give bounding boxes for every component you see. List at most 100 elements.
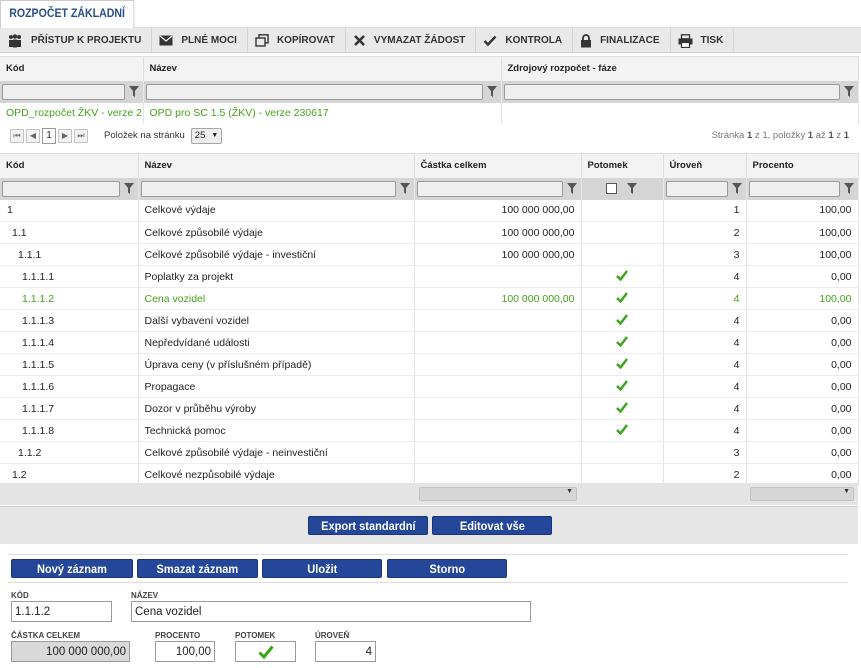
table-row[interactable]: 1.1.2 Celkové způsobilé výdaje - neinvest… (0, 441, 859, 464)
table-row[interactable]: 1 Celkové výdaje 100 000 000,00 1 100,00 (0, 199, 859, 222)
budget-col-nazev[interactable]: Název (143, 56, 502, 81)
procento-field[interactable]: 100,00 (155, 641, 215, 662)
cell-castka (414, 419, 582, 442)
table-row[interactable]: 1.1.1.2 Cena vozidel 100 000 000,00 4 100,00 (0, 287, 859, 310)
checkmark-icon (616, 335, 628, 347)
check-button[interactable]: KONTROLA (476, 28, 574, 53)
budget-col-zdroj[interactable]: Zdrojový rozpočet - fáze (501, 56, 859, 81)
budget-row[interactable]: OPD_rozpočet ŽKV - verze 2... OPD pro SC… (0, 102, 859, 125)
cell-castka (414, 375, 582, 398)
filter-icon[interactable] (122, 183, 136, 194)
filter-potomek-checkbox[interactable] (605, 183, 617, 194)
cell-uroven: 2 (663, 221, 747, 244)
checkmark-icon (616, 401, 628, 413)
cancel-button[interactable]: Storno (387, 559, 507, 578)
export-button[interactable]: Export standardní (308, 516, 428, 535)
table-row[interactable]: 1.1.1.3 Další vybavení vozidel 4 0,00 (0, 309, 859, 332)
col-nazev[interactable]: Název (138, 153, 415, 178)
kod-field[interactable]: 1.1.1.2 (11, 601, 112, 622)
prev-page-button[interactable]: ◀ (26, 128, 40, 143)
cell-nazev: Propagace (138, 375, 415, 398)
cell-procento: 100,00 (746, 287, 859, 310)
col-castka[interactable]: Částka celkem (414, 153, 582, 178)
filter-icon[interactable] (625, 183, 639, 194)
castka-summary-select[interactable]: ▼ (419, 487, 577, 501)
pager-info-text: z (836, 130, 842, 141)
access-project-button[interactable]: PŘÍSTUP K PROJEKTU (0, 28, 153, 53)
pager-info-pages: 1, (762, 130, 771, 141)
per-page-value: 25 (194, 130, 206, 141)
first-page-button[interactable]: ⏮ (10, 128, 24, 143)
new-record-label: Nový záznam (37, 561, 107, 576)
table-row[interactable]: 1.1.1.1 Poplatky za projekt 4 0,00 (0, 265, 859, 288)
filter-icon[interactable] (398, 183, 412, 194)
pager-info-total: 1 (843, 130, 849, 141)
cell-uroven: 4 (663, 375, 747, 398)
cell-castka: 100 000 000,00 (414, 199, 582, 222)
pager-info: Stránka 1 z 1, položky 1 až 1 z 1 (712, 130, 861, 141)
filter-procento[interactable] (748, 180, 840, 197)
table-row[interactable]: 1.1 Celkové způsobilé výdaje 100 000 000,0… (0, 221, 859, 244)
pager-info-from: 1 (807, 130, 814, 141)
table-row[interactable]: 1.1.1.7 Dozor v průběhu výroby 4 0,00 (0, 397, 859, 420)
delete-application-button[interactable]: VYMAZAT ŽÁDOST (346, 28, 477, 53)
cell-potomek (581, 331, 664, 354)
cell-potomek (581, 375, 664, 398)
filter-castka[interactable] (416, 180, 563, 197)
cell-kod: 1.1.1.3 (0, 309, 139, 332)
filter-icon[interactable] (565, 183, 579, 194)
finalize-button[interactable]: FINALIZACE (573, 28, 671, 53)
table-row[interactable]: 1.1.1 Celkové způsobilé výdaje - investič… (0, 243, 859, 266)
cell-kod: 1.1.1.1 (0, 265, 139, 288)
filter-icon[interactable] (127, 86, 141, 97)
divider (8, 554, 848, 555)
per-page-select[interactable]: 25 ▼ (190, 127, 223, 144)
table-row[interactable]: 1.1.1.4 Nepředvídané události 4 0,00 (0, 331, 859, 354)
cell-kod: 1.1.1.8 (0, 419, 139, 442)
cell-procento: 0,00 (746, 419, 859, 442)
col-uroven[interactable]: Úroveň (663, 153, 747, 178)
items-body: 1 Celkové výdaje 100 000 000,00 1 100,00 1.1 C… (0, 199, 859, 486)
col-kod[interactable]: Kód (0, 153, 139, 178)
cell-castka (414, 353, 582, 376)
delete-record-button[interactable]: Smazat záznam (137, 559, 258, 578)
filter-nazev[interactable] (140, 180, 396, 197)
table-row[interactable]: 1.1.1.6 Propagace 4 0,00 (0, 375, 859, 398)
cell-castka: 100 000 000,00 (414, 221, 582, 244)
col-potomek[interactable]: Potomek (581, 153, 664, 178)
summary-row: ▼ ▼ (0, 483, 858, 505)
cell-nazev: Nepředvídané události (138, 331, 415, 354)
uroven-field[interactable]: 4 (315, 641, 376, 662)
copy-button[interactable]: KOPÍROVAT (248, 28, 346, 53)
last-page-button[interactable]: ⏭ (74, 128, 88, 143)
edit-all-button[interactable]: Editovat vše (432, 516, 552, 535)
filter-icon[interactable] (730, 183, 744, 194)
nazev-field[interactable]: Cena vozidel (131, 601, 531, 622)
power-of-attorney-button[interactable]: PLNÉ MOCI (152, 28, 248, 53)
next-page-button[interactable]: ▶ (58, 128, 72, 143)
tab-rozpocet-zakladni[interactable]: ROZPOČET ZÁKLADNÍ (0, 0, 135, 28)
budget-col-kod[interactable]: Kód (0, 56, 144, 81)
budget-filter-nazev[interactable] (145, 83, 483, 100)
checkmark-icon (616, 357, 628, 369)
filter-icon[interactable] (485, 86, 499, 97)
new-record-button[interactable]: Nový záznam (11, 559, 133, 578)
cell-potomek (581, 309, 664, 332)
col-procento[interactable]: Procento (746, 153, 859, 178)
filter-kod[interactable] (2, 180, 120, 197)
page-number[interactable]: 1 (42, 127, 56, 144)
filter-icon[interactable] (842, 183, 856, 194)
export-button-label: Export standardní (320, 518, 416, 533)
print-button[interactable]: TISK (671, 28, 735, 53)
potomek-checkbox[interactable] (235, 641, 296, 662)
budget-filter-zdroj[interactable] (503, 83, 840, 100)
cell-procento: 0,00 (746, 331, 859, 354)
table-row[interactable]: 1.1.1.8 Technická pomoc 4 0,00 (0, 419, 859, 442)
procento-summary-select[interactable]: ▼ (750, 487, 854, 501)
envelope-icon (159, 35, 173, 46)
filter-uroven[interactable] (665, 180, 728, 197)
budget-filter-kod[interactable] (2, 83, 125, 100)
save-button[interactable]: Uložit (262, 559, 382, 578)
filter-icon[interactable] (842, 86, 856, 97)
table-row[interactable]: 1.1.1.5 Úprava ceny (v příslušném případě… (0, 353, 859, 376)
